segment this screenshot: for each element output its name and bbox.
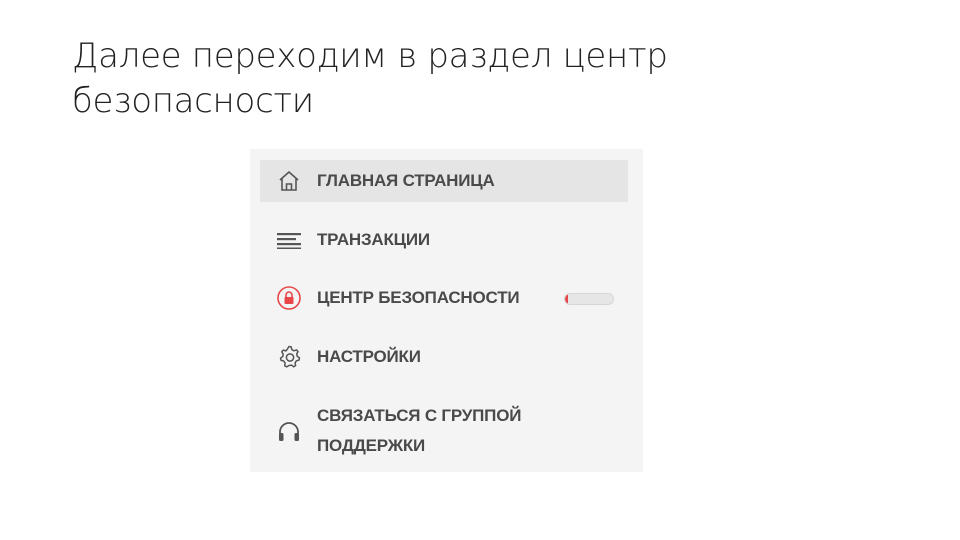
menu-item-security-center[interactable]: ЦЕНТР БЕЗОПАСНОСТИ — [260, 277, 628, 319]
slide-title-line-1: Далее переходим в раздел центр — [72, 36, 668, 76]
slide-title-line-2: безопасности — [72, 81, 314, 121]
menu-item-transactions[interactable]: ТРАНЗАКЦИИ — [260, 219, 628, 261]
menu-label-home: ГЛАВНАЯ СТРАНИЦА — [317, 171, 495, 190]
slide-title: Далее переходим в раздел центр безопасно… — [72, 34, 892, 124]
menu-item-home[interactable]: ГЛАВНАЯ СТРАНИЦА — [260, 160, 628, 202]
menu-label-transactions: ТРАНЗАКЦИИ — [317, 230, 430, 249]
menu-label-settings: НАСТРОЙКИ — [317, 347, 421, 366]
navigation-menu: ГЛАВНАЯ СТРАНИЦА ТРАНЗАКЦИИ ЦЕНТР БЕЗОПА… — [250, 149, 643, 472]
security-level-bar — [564, 293, 614, 305]
menu-item-settings[interactable]: НАСТРОЙКИ — [260, 336, 628, 378]
lock-icon — [274, 283, 304, 313]
menu-label-security-center: ЦЕНТР БЕЗОПАСНОСТИ — [317, 288, 520, 307]
home-icon — [274, 166, 304, 196]
security-level-fill — [565, 294, 568, 304]
menu-label-support-line-1: СВЯЗАТЬСЯ С ГРУППОЙ — [317, 406, 522, 425]
gear-icon — [274, 342, 304, 372]
list-icon — [274, 225, 304, 255]
menu-label-support-line-2: ПОДДЕРЖКИ — [317, 436, 426, 455]
menu-item-support[interactable]: СВЯЗАТЬСЯ С ГРУППОЙ ПОДДЕРЖКИ — [260, 401, 628, 461]
headset-icon — [274, 417, 304, 447]
